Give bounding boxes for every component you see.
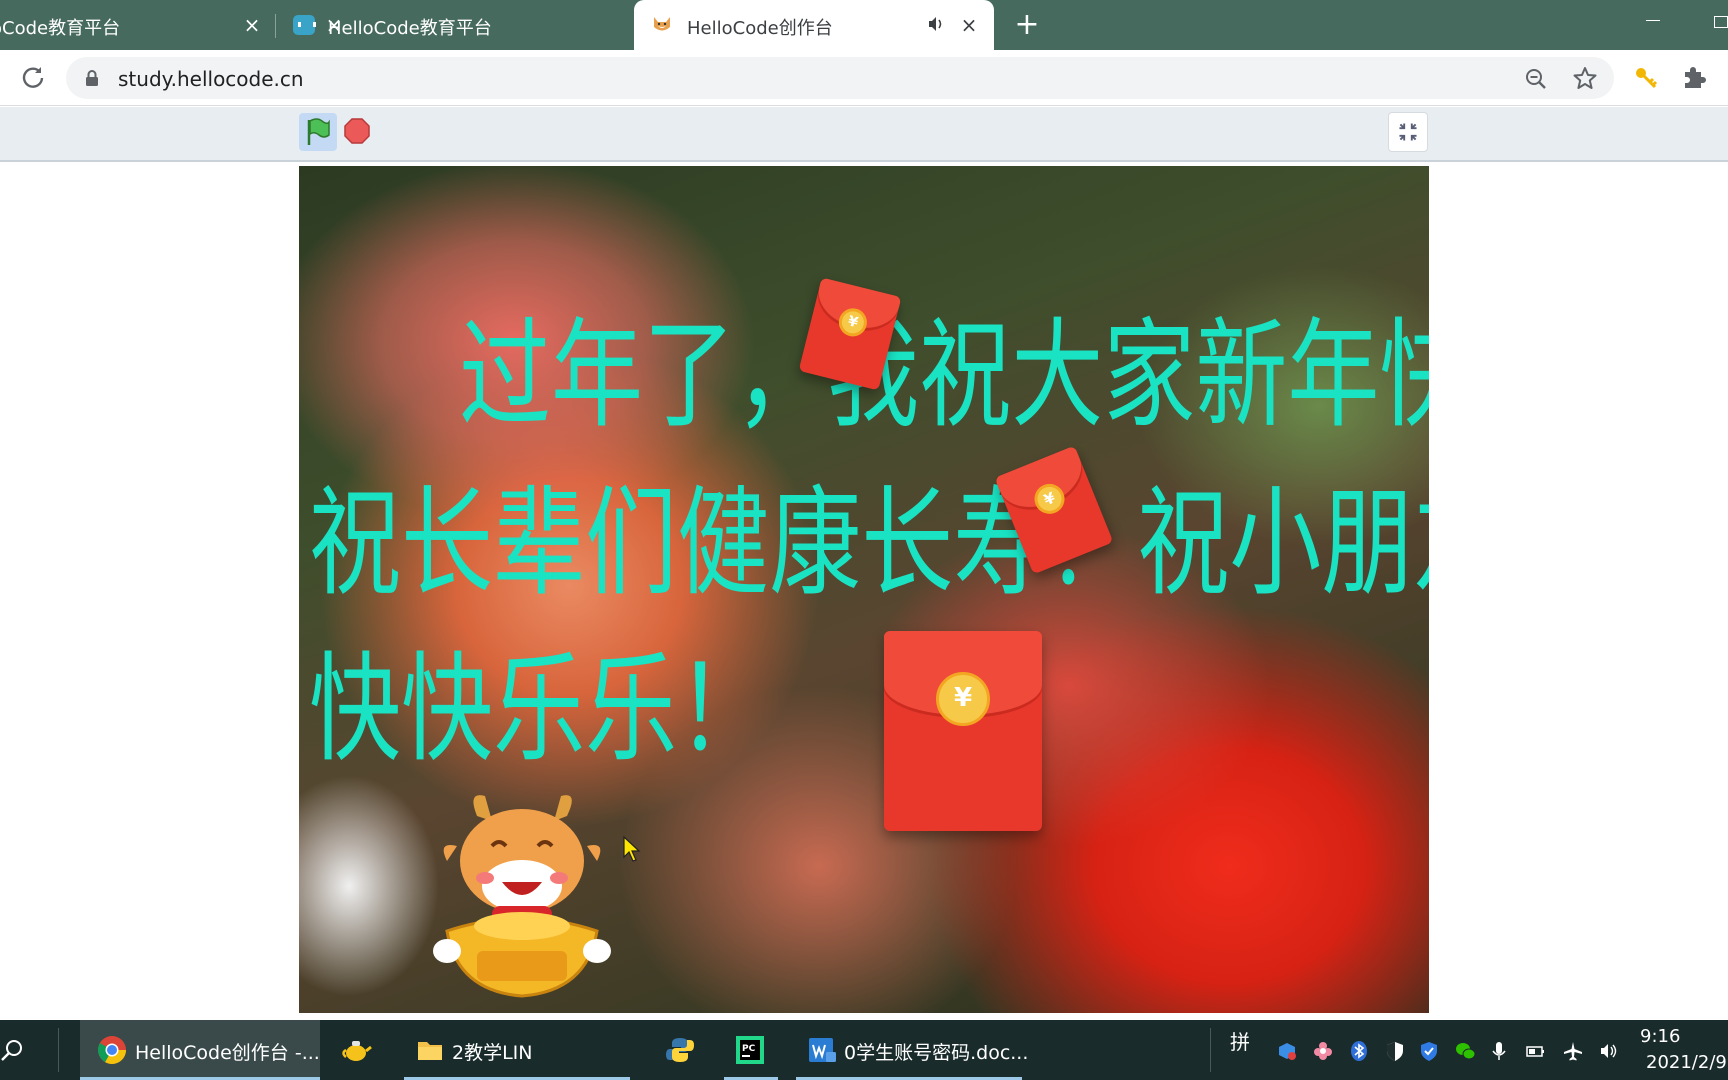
taskbar-app-python[interactable] [654,1020,708,1080]
tab-title: HelloCode创作台 [687,18,833,39]
tab-close-icon[interactable]: × [322,13,346,37]
window-maximize-icon[interactable] [1714,16,1728,28]
extensions-puzzle-icon[interactable] [1680,63,1708,91]
tab-title: HelloCode教育平台 [328,18,492,39]
network-shield-icon[interactable] [1276,1040,1298,1062]
speaker-icon[interactable] [926,14,946,34]
window-minimize-icon[interactable] [1646,20,1660,21]
bookmark-star-icon[interactable] [1572,65,1598,91]
coin-icon: ¥ [936,672,990,726]
tab-hellocode-studio[interactable]: HelloCode创作台 × [634,0,994,50]
greeting-line-1: 过年了，我祝大家新年快乐！ [459,306,1429,444]
taskbar-app-pycharm[interactable]: PC [724,1020,778,1080]
bluetooth-icon[interactable] [1348,1040,1370,1062]
tab-hellocode-education-1[interactable]: loCode教育平台 × [0,0,268,50]
greeting-line-2: 祝长辈们健康长寿！祝小朋友们 [309,474,1429,612]
taskbar-app-folder[interactable]: 2教学LIN [404,1020,630,1080]
tab-hellocode-education-2[interactable]: HelloCode教育平台 × [276,0,626,50]
folder-icon [418,1042,442,1060]
wechat-icon[interactable] [1454,1040,1476,1062]
taskbar-app-word[interactable]: 0学生账号密码.doc... [796,1020,1028,1080]
teapot-icon [342,1041,372,1061]
battery-icon[interactable] [1524,1040,1546,1062]
tab-title: loCode教育平台 [0,18,121,39]
mouse-cursor-icon [623,835,641,862]
tab-close-icon[interactable]: × [240,13,264,37]
airplane-mode-icon[interactable] [1562,1040,1584,1062]
shiba-favicon-icon [654,17,670,31]
word-icon [809,1038,836,1062]
ox-mascot-sprite[interactable] [407,786,637,1013]
browser-toolbar: study.hellocode.cn [0,50,1728,106]
hellocode-favicon-icon [293,15,316,35]
taskbar-separator [1210,1028,1211,1072]
python-icon [666,1038,694,1062]
pycharm-icon: PC [736,1036,764,1064]
taskbar-app-label: 0学生账号密码.doc... [844,1042,1029,1064]
volume-icon[interactable] [1598,1040,1620,1062]
taskbar-app-chrome[interactable]: HelloCode创作台 -... [80,1020,320,1080]
address-bar[interactable]: study.hellocode.cn [66,57,1614,99]
browser-tab-strip: loCode教育平台 × HelloCode教育平台 × HelloCode创作… [0,0,1728,50]
coin-icon: ¥ [1029,478,1069,518]
stop-button[interactable] [343,117,371,145]
clock-time[interactable]: 9:16 [1640,1026,1680,1047]
player-control-bar [0,107,1728,162]
security-shield-icon[interactable] [1384,1040,1406,1062]
windows-taskbar: HelloCode创作台 -... 2教学LIN PC 0学生账号密码.doc.… [0,1020,1728,1080]
green-flag-icon [307,118,330,145]
microphone-icon[interactable] [1488,1040,1510,1062]
flower-app-icon[interactable] [1312,1040,1334,1062]
greeting-line-3: 快快乐乐！ [309,640,770,778]
taskbar-app-teapot[interactable] [330,1020,384,1080]
reload-icon[interactable] [20,64,46,90]
search-icon[interactable] [0,1038,26,1064]
taskbar-app-label: 2教学LIN [452,1042,533,1064]
taskbar-separator [58,1028,59,1072]
exit-fullscreen-icon [1399,123,1417,141]
lock-icon[interactable] [84,69,100,87]
exit-fullscreen-button[interactable] [1388,112,1428,152]
green-flag-button[interactable] [299,113,337,151]
chrome-icon [98,1036,126,1064]
taskbar-app-label: HelloCode创作台 -... [135,1042,320,1064]
defender-icon[interactable] [1418,1040,1440,1062]
url-text[interactable]: study.hellocode.cn [118,67,304,91]
svg-text:PC: PC [742,1044,756,1054]
clock-date[interactable]: 2021/2/9 [1646,1052,1727,1073]
ime-indicator[interactable]: 拼 [1230,1026,1250,1055]
tab-close-icon[interactable]: × [957,13,981,37]
project-stage[interactable]: 过年了，我祝大家新年快乐！ 祝长辈们健康长寿！祝小朋友们 快快乐乐！ ¥ ¥ ¥ [299,166,1429,1013]
red-packet-sprite[interactable]: ¥ [884,631,1042,831]
coin-icon: ¥ [835,305,870,340]
zoom-out-icon[interactable] [1524,67,1548,91]
key-extension-icon[interactable] [1632,64,1660,92]
new-tab-button[interactable]: + [1012,10,1042,40]
